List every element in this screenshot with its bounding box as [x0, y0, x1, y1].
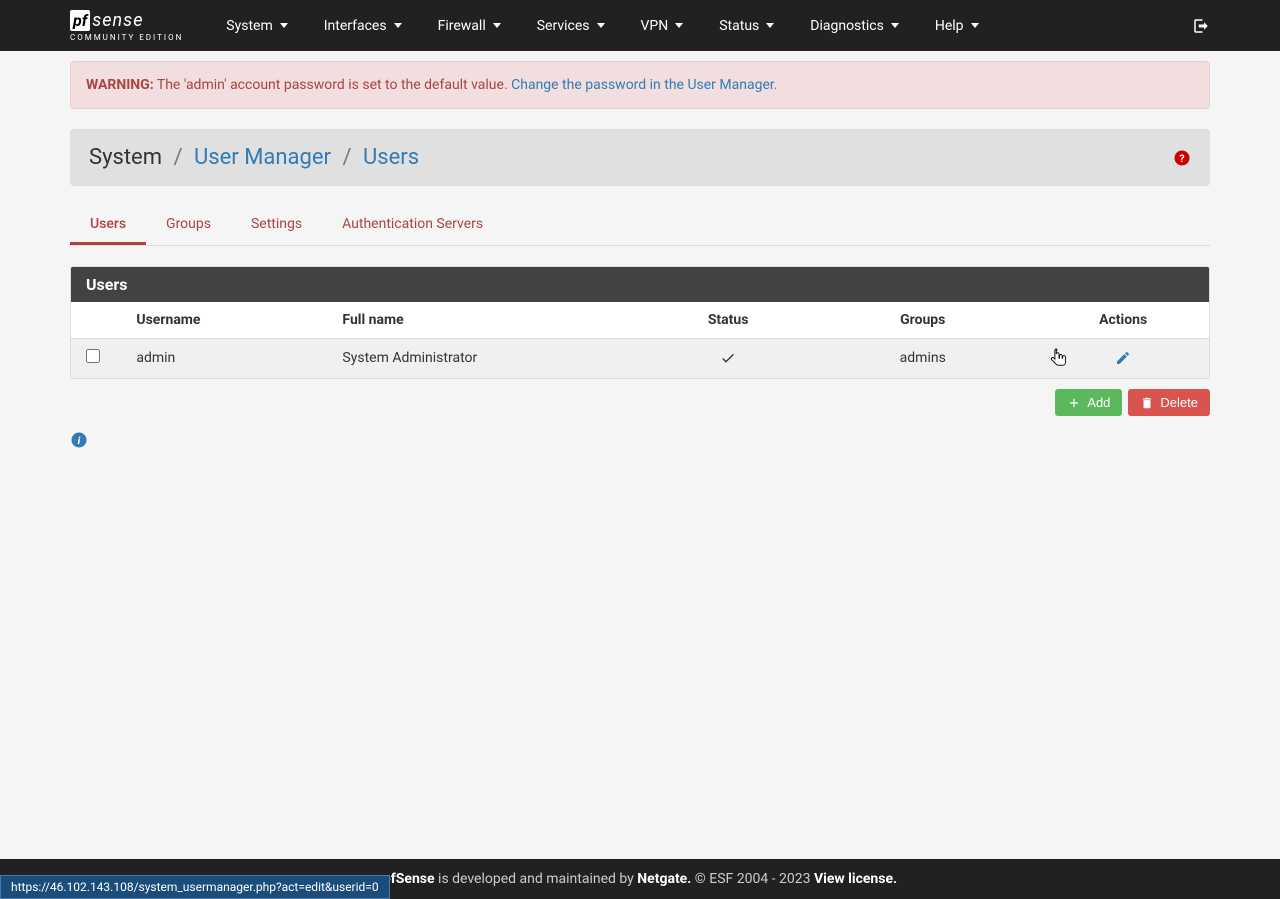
breadcrumb-sep: / [342, 145, 351, 170]
tabs: Users Groups Settings Authentication Ser… [70, 206, 1210, 246]
nav-diagnostics[interactable]: Diagnostics [792, 3, 917, 49]
col-groups: Groups [808, 302, 1037, 339]
chevron-down-icon [597, 23, 605, 28]
panel-title: Users [71, 267, 1209, 302]
warning-text: The 'admin' account password is set to t… [154, 77, 511, 93]
logo-sense: sense [92, 10, 143, 31]
col-fullname: Full name [327, 302, 648, 339]
logo-edition: COMMUNITY EDITION [70, 33, 183, 42]
trash-icon [1140, 396, 1154, 410]
row-checkbox[interactable] [86, 349, 100, 363]
footer-license-link[interactable]: View license. [814, 871, 897, 887]
nav-label: Firewall [438, 18, 486, 34]
nav-firewall[interactable]: Firewall [420, 3, 519, 49]
nav-system[interactable]: System [208, 3, 305, 49]
action-buttons: Add Delete [70, 389, 1210, 416]
breadcrumb: System / User Manager / Users [89, 145, 419, 170]
table-row[interactable]: admin System Administrator admins [71, 339, 1209, 378]
col-status: Status [648, 302, 808, 339]
nav-vpn[interactable]: VPN [623, 3, 702, 49]
warning-label: WARNING: [86, 77, 154, 93]
users-panel: Users Username Full name Status Groups A… [70, 266, 1210, 379]
table-header-row: Username Full name Status Groups Actions [71, 302, 1209, 339]
logo-pf: pf [70, 10, 90, 31]
col-check [71, 302, 121, 339]
help-icon[interactable]: ? [1173, 149, 1191, 167]
chevron-down-icon [493, 23, 501, 28]
check-icon [720, 350, 736, 366]
footer-pf: pfSense [383, 871, 435, 887]
tab-users[interactable]: Users [70, 206, 146, 245]
nav-label: VPN [641, 18, 669, 34]
nav-label: Services [537, 18, 590, 34]
logo[interactable]: pf sense COMMUNITY EDITION [70, 10, 183, 42]
delete-label: Delete [1160, 395, 1198, 410]
tab-groups[interactable]: Groups [146, 206, 231, 245]
nav-label: Status [719, 18, 759, 34]
nav-label: Diagnostics [810, 18, 884, 34]
nav-label: Interfaces [324, 18, 387, 34]
nav-help[interactable]: Help [917, 3, 997, 49]
footer-copyright: © ESF 2004 - 2023 [691, 871, 814, 887]
nav-services[interactable]: Services [519, 3, 623, 49]
cell-groups: admins [808, 339, 1037, 378]
users-table: Username Full name Status Groups Actions… [71, 302, 1209, 378]
add-label: Add [1087, 395, 1110, 410]
cell-fullname: System Administrator [327, 339, 648, 378]
page-header: System / User Manager / Users ? [70, 129, 1210, 186]
delete-button[interactable]: Delete [1128, 389, 1210, 416]
breadcrumb-root: System [89, 145, 162, 170]
svg-text:i: i [78, 434, 81, 447]
nav-label: System [226, 18, 272, 34]
top-navbar: pf sense COMMUNITY EDITION System Interf… [0, 0, 1280, 51]
breadcrumb-user-manager[interactable]: User Manager [194, 145, 331, 170]
tab-settings[interactable]: Settings [231, 206, 322, 245]
col-username: Username [121, 302, 327, 339]
chevron-down-icon [394, 23, 402, 28]
chevron-down-icon [891, 23, 899, 28]
svg-text:?: ? [1179, 151, 1184, 164]
cell-username: admin [121, 339, 327, 378]
footer-text1: is developed and maintained by [435, 871, 638, 887]
chevron-down-icon [766, 23, 774, 28]
nav-menu: System Interfaces Firewall Services VPN … [208, 3, 996, 49]
nav-interfaces[interactable]: Interfaces [306, 3, 420, 49]
main-container: WARNING: The 'admin' account password is… [70, 51, 1210, 449]
breadcrumb-sep: / [173, 145, 182, 170]
nav-label: Help [935, 18, 964, 34]
footer-netgate: Netgate. [637, 871, 691, 887]
warning-alert: WARNING: The 'admin' account password is… [70, 61, 1210, 109]
pencil-icon[interactable] [1115, 350, 1131, 366]
warning-link[interactable]: Change the password in the User Manager. [511, 77, 777, 93]
nav-status[interactable]: Status [701, 3, 792, 49]
plus-icon [1067, 396, 1081, 410]
breadcrumb-users[interactable]: Users [363, 145, 419, 170]
col-actions: Actions [1037, 302, 1209, 339]
chevron-down-icon [971, 23, 979, 28]
logout-icon[interactable] [1192, 17, 1210, 35]
tab-auth-servers[interactable]: Authentication Servers [322, 206, 503, 245]
info-icon[interactable]: i [70, 431, 88, 449]
browser-status-bar: https://46.102.143.108/system_usermanage… [0, 875, 390, 899]
chevron-down-icon [675, 23, 683, 28]
add-button[interactable]: Add [1055, 389, 1122, 416]
chevron-down-icon [280, 23, 288, 28]
